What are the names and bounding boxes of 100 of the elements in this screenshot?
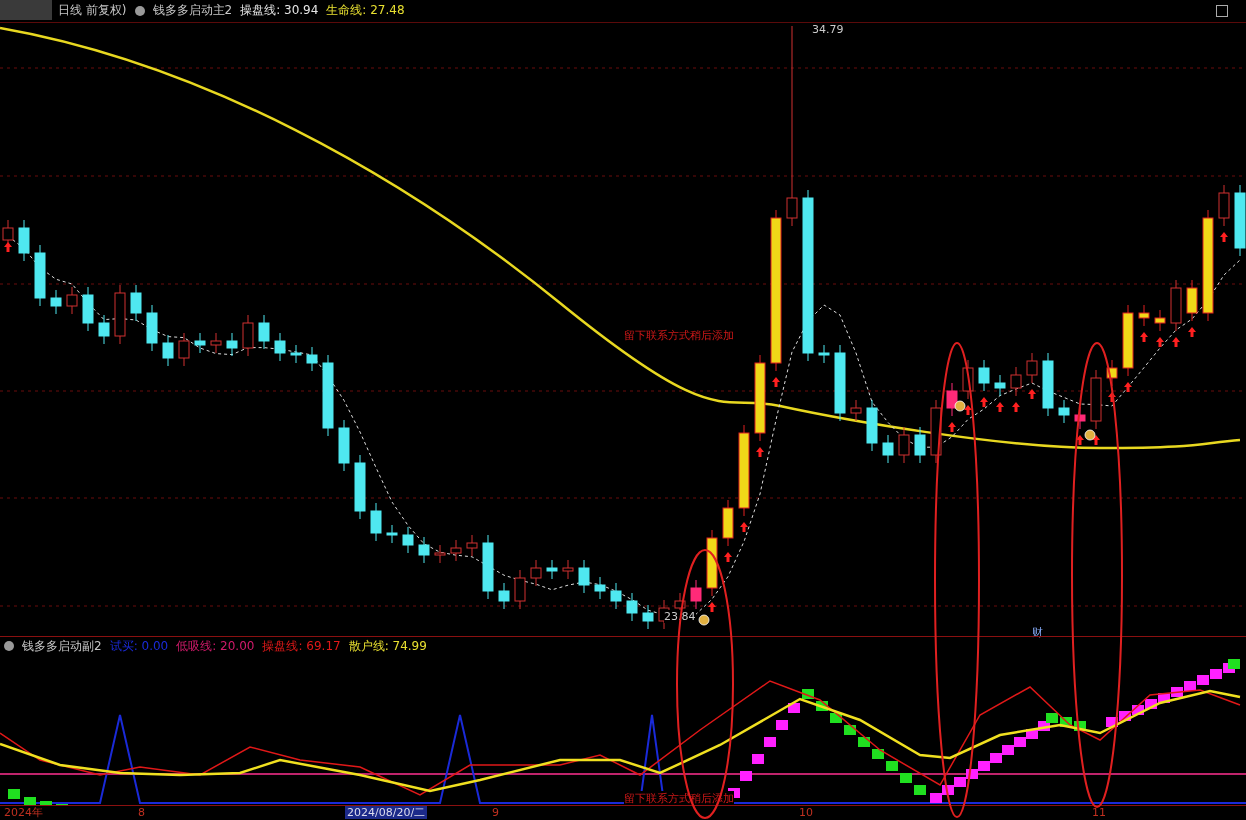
candlestick	[706, 529, 718, 597]
candlestick	[578, 559, 590, 594]
candlestick	[66, 286, 78, 315]
up-arrow-icon	[964, 404, 972, 415]
axis-date-label: 2024/08/20/二	[345, 806, 428, 820]
candlestick	[562, 559, 574, 580]
candlestick	[962, 359, 974, 400]
candlestick	[82, 286, 94, 332]
indicator-readout: 生命线: 27.48	[326, 2, 405, 20]
candlestick	[722, 499, 734, 547]
axis-date-label: 2024年	[3, 806, 44, 820]
candlestick	[274, 332, 286, 362]
up-arrow-icon	[1188, 326, 1196, 337]
candlestick	[354, 454, 366, 520]
candlestick	[546, 559, 558, 580]
square-icon[interactable]	[1216, 5, 1228, 17]
candlestick	[1186, 279, 1198, 322]
candlestick	[434, 544, 446, 564]
candlestick	[594, 576, 606, 600]
candlestick	[98, 314, 110, 345]
candlestick	[610, 582, 622, 610]
candlestick	[930, 399, 942, 464]
candlestick	[1026, 352, 1038, 384]
candlestick	[290, 344, 302, 364]
candlestick	[1138, 304, 1150, 327]
candlestick	[130, 284, 142, 322]
candlestick	[1106, 359, 1118, 387]
up-arrow-icon	[948, 421, 956, 432]
blurred-block	[0, 0, 52, 20]
candlestick	[1218, 184, 1230, 227]
candlestick	[1074, 406, 1086, 430]
candlestick	[530, 559, 542, 587]
period-label: 日线 前复权)	[58, 2, 127, 20]
candlestick	[866, 399, 878, 452]
indicator-name: 钱多多启动主2	[152, 2, 233, 20]
collapse-icon[interactable]	[134, 5, 145, 16]
indicator-readout: 操盘线: 69.17	[262, 637, 341, 655]
indicator-readout: 低吸线: 20.00	[176, 637, 255, 655]
candlestick	[1058, 399, 1070, 424]
indicator-readout: 散户线: 74.99	[348, 637, 427, 655]
candlestick	[514, 569, 526, 610]
up-arrow-icon	[1076, 434, 1084, 445]
candlestick	[306, 346, 318, 372]
candlestick	[162, 334, 174, 367]
up-arrow-icon	[724, 551, 732, 562]
candlestick	[370, 502, 382, 542]
up-arrow-icon	[4, 241, 12, 252]
candlestick	[850, 399, 862, 422]
up-arrow-icon	[1172, 336, 1180, 347]
up-arrow-icon	[1028, 388, 1036, 399]
candlestick	[258, 314, 270, 350]
candlestick	[34, 244, 46, 307]
money-bag-icon	[698, 614, 710, 626]
axis-date-label: 9	[491, 806, 500, 820]
candlestick	[194, 332, 206, 354]
candlestick	[978, 359, 990, 392]
candlestick	[18, 219, 30, 262]
up-arrow-icon	[740, 521, 748, 532]
up-arrow-icon	[708, 601, 716, 612]
candlestick	[1170, 279, 1182, 332]
candlestick	[818, 344, 830, 364]
candlestick	[178, 332, 190, 367]
candlestick	[1010, 366, 1022, 397]
candlestick	[1090, 369, 1102, 430]
candlestick	[210, 332, 222, 354]
indicator-readout: 试买: 0.00	[109, 637, 169, 655]
candlestick	[418, 536, 430, 564]
candlestick	[482, 534, 494, 600]
note-text: 留下联系方式稍后添加	[624, 327, 734, 343]
candlestick	[466, 534, 478, 557]
up-arrow-icon	[772, 376, 780, 387]
up-arrow-icon	[756, 446, 764, 457]
candlestick	[1042, 352, 1054, 417]
axis-date-label: 11	[1091, 806, 1107, 820]
candlestick	[498, 582, 510, 610]
axis-date-label: 8	[137, 806, 146, 820]
candlestick	[386, 524, 398, 544]
candlestick	[402, 526, 414, 554]
candlestick	[450, 539, 462, 562]
up-arrow-icon	[1108, 391, 1116, 402]
money-bag-icon	[954, 400, 966, 412]
candlestick	[226, 332, 238, 357]
candlestick	[50, 289, 62, 315]
candlestick	[882, 434, 894, 464]
candlestick	[146, 304, 158, 352]
axis-date-label: 10	[798, 806, 814, 820]
candlestick	[690, 579, 702, 610]
up-arrow-icon	[1092, 434, 1100, 445]
up-arrow-icon	[980, 396, 988, 407]
indicator-name: 钱多多启动副2	[22, 637, 102, 655]
candlestick	[626, 592, 638, 622]
candlestick	[1154, 309, 1166, 332]
candlestick	[642, 604, 654, 630]
collapse-icon[interactable]	[4, 641, 14, 652]
candlestick	[338, 419, 350, 472]
up-arrow-icon	[1156, 336, 1164, 347]
up-arrow-icon	[1140, 331, 1148, 342]
money-bag-icon	[1084, 429, 1096, 441]
indicator-readout: 操盘线: 30.94	[240, 2, 319, 20]
candlestick	[994, 374, 1006, 397]
